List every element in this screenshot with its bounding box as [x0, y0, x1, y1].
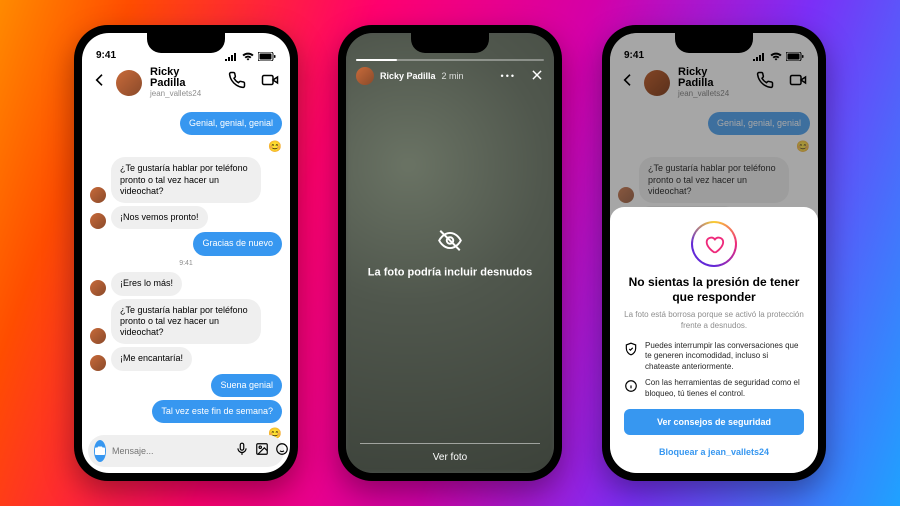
avatar-small: [90, 328, 106, 344]
bullet-text: Puedes interrumpir las conversaciones qu…: [645, 341, 804, 372]
safety-sheet: No sientas la presión de tener que respo…: [610, 207, 818, 473]
avatar[interactable]: [116, 70, 142, 96]
shield-check-icon: [624, 342, 638, 356]
image-icon[interactable]: [255, 442, 269, 461]
chat-handle: jean_vallets24: [150, 89, 212, 98]
sheet-bullet: Puedes interrumpir las conversaciones qu…: [624, 341, 804, 372]
heart-ring-icon: [691, 221, 737, 267]
chat-header: Ricky Padilla jean_vallets24: [82, 63, 290, 105]
sheet-bullet: Con las herramientas de seguridad como e…: [624, 378, 804, 399]
status-icons: [225, 52, 276, 61]
story-age: 2 min: [442, 71, 464, 81]
reaction-emoji[interactable]: 😊: [268, 141, 282, 155]
progress-bar: [356, 59, 544, 61]
phone-sheet: 9:41 Ricky Padilla jean_vallets24: [602, 25, 826, 481]
chat-scroll[interactable]: Genial, genial, genial 😊 ¿Te gustaría ha…: [82, 105, 290, 443]
chat-title-block[interactable]: Ricky Padilla jean_vallets24: [150, 67, 212, 98]
audio-call-icon[interactable]: [228, 71, 246, 94]
timestamp: 9:41: [90, 260, 282, 269]
avatar[interactable]: [356, 67, 374, 85]
nudity-warning: La foto podría incluir desnudos: [360, 267, 540, 279]
msg-mine[interactable]: Suena genial: [211, 374, 282, 397]
safety-tips-button[interactable]: Ver consejos de seguridad: [624, 409, 804, 435]
avatar-small: [90, 187, 106, 203]
msg-other[interactable]: ¡Nos vemos pronto!: [111, 206, 208, 229]
camera-button[interactable]: [94, 440, 106, 462]
sheet-subtitle: La foto está borrosa porque se activó la…: [624, 310, 804, 331]
message-input[interactable]: [112, 446, 229, 456]
msg-mine[interactable]: Genial, genial, genial: [180, 112, 282, 135]
notch: [675, 31, 753, 53]
phone-story: Ricky Padilla 2 min ••• La foto podría i…: [338, 25, 562, 481]
msg-other[interactable]: ¿Te gustaría hablar por teléfono pronto …: [111, 157, 261, 203]
eye-off-icon: [437, 241, 463, 258]
chat-name: Ricky Padilla: [150, 67, 212, 89]
mic-icon[interactable]: [235, 442, 249, 461]
composer: [88, 435, 284, 467]
sheet-title: No sientas la presión de tener que respo…: [624, 275, 804, 305]
back-icon[interactable]: [92, 72, 108, 93]
divider: [360, 443, 540, 444]
msg-mine[interactable]: Gracias de nuevo: [193, 232, 282, 255]
sticker-icon[interactable]: [275, 442, 289, 461]
phone-chat: 9:41 Ricky Padilla jean_vallets24: [74, 25, 298, 481]
bullet-text: Con las herramientas de seguridad como e…: [645, 378, 804, 399]
notch: [411, 31, 489, 53]
clock: 9:41: [96, 50, 116, 61]
msg-other[interactable]: ¡Me encantaría!: [111, 347, 192, 370]
view-photo-button[interactable]: Ver foto: [346, 452, 554, 463]
msg-other[interactable]: ¡Eres lo más!: [111, 272, 182, 295]
avatar-small: [90, 355, 106, 371]
video-call-icon[interactable]: [260, 71, 280, 94]
promo-stage: 9:41 Ricky Padilla jean_vallets24: [0, 0, 900, 506]
msg-other[interactable]: ¿Te gustaría hablar por teléfono pronto …: [111, 299, 261, 345]
msg-mine[interactable]: Tal vez este fin de semana?: [152, 400, 282, 423]
more-icon[interactable]: •••: [501, 71, 516, 81]
notch: [147, 31, 225, 53]
info-icon: [624, 379, 638, 393]
avatar-small: [90, 213, 106, 229]
block-user-button[interactable]: Bloquear a jean_vallets24: [624, 441, 804, 463]
close-icon[interactable]: [530, 68, 544, 84]
avatar-small: [90, 280, 106, 296]
story-author: Ricky Padilla: [380, 71, 436, 81]
